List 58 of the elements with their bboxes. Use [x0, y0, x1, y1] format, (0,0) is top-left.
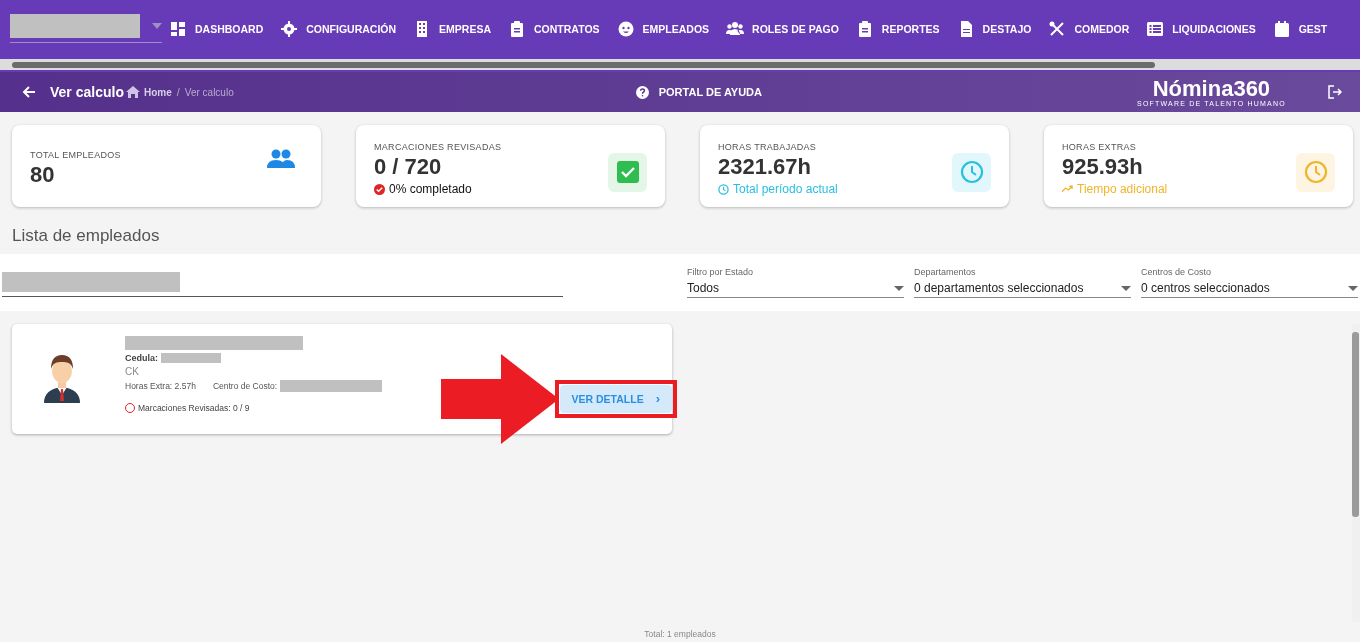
nav-item[interactable]: DASHBOARD	[169, 19, 264, 38]
page-title: Ver calculo	[50, 84, 124, 100]
caret-icon	[1121, 285, 1131, 291]
redacted-block	[161, 353, 221, 363]
calendar-icon	[1272, 19, 1291, 38]
back-arrow-icon[interactable]	[22, 85, 36, 99]
stat-label: HORAS EXTRAS	[1062, 142, 1138, 152]
stat-label: HORAS TRABAJADAS	[718, 142, 818, 152]
extra-hours: Horas Extra: 2.57h	[125, 381, 196, 391]
filter-dropdown[interactable]: Filtro por Estado Todos	[687, 267, 904, 298]
nav-item[interactable]: COMEDOR	[1048, 19, 1130, 38]
breadcrumb-separator: /	[176, 86, 180, 98]
nav-item[interactable]: CONTRATOS	[508, 19, 600, 38]
nav-item[interactable]: GEST	[1272, 19, 1328, 38]
help-portal-link[interactable]: PORTAL DE AYUDA	[658, 86, 762, 98]
grid-icon	[169, 19, 187, 38]
search-field[interactable]	[2, 272, 563, 297]
caret-icon	[894, 285, 904, 291]
stat-value: 0 / 720	[374, 154, 443, 180]
people-icon	[726, 19, 745, 38]
stat-note: Tiempo adicional	[1077, 182, 1168, 196]
stat-value: 925.93h	[1062, 154, 1144, 180]
section-title: Lista de empleados	[11, 225, 161, 247]
list-icon	[1146, 19, 1165, 38]
logo: Nómina360	[1152, 77, 1271, 100]
scrollbar[interactable]	[0, 57, 1360, 72]
help-icon	[635, 85, 649, 99]
caret-icon	[1348, 285, 1358, 291]
nav-item[interactable]: LIQUIDACIONES	[1146, 19, 1256, 38]
filter-dropdown[interactable]: Centros de Costo 0 centros seleccionados	[1141, 267, 1358, 298]
stat-note: Total período actual	[733, 182, 838, 196]
nav-item[interactable]: EMPLEADOS	[616, 19, 710, 38]
employee-code: CK	[125, 366, 140, 377]
stat-label: TOTAL EMPLEADOS	[30, 150, 121, 160]
logout-icon[interactable]	[1328, 85, 1342, 99]
nav-item[interactable]: DESTAJO	[956, 19, 1032, 38]
breadcrumb-link[interactable]: Home	[143, 86, 172, 98]
stat-value: 2321.67h	[718, 154, 812, 180]
face-icon	[616, 19, 635, 38]
filter-dropdown[interactable]: Departamentos 0 departamentos seleccionados	[914, 267, 1131, 298]
scrollbar[interactable]	[1352, 324, 1360, 622]
nav-item[interactable]: EMPRESA	[413, 19, 492, 38]
cost-center-label: Centro de Costo:	[212, 381, 278, 391]
stat-note: 0% completado	[389, 182, 472, 196]
trend-up-icon	[1062, 185, 1073, 193]
nav-item[interactable]: ROLES DE PAGO	[726, 19, 839, 38]
stat-label: MARCACIONES REVISADAS	[374, 142, 502, 152]
clock-icon	[718, 183, 729, 195]
stat-value: 80	[30, 162, 56, 188]
total-count: Total: 1 empleados	[643, 629, 717, 641]
caret-icon[interactable]	[152, 23, 162, 29]
breadcrumb-current: Ver calculo	[184, 86, 234, 98]
id-label: Cedula:	[125, 353, 158, 363]
check-circle-icon	[374, 183, 385, 195]
home-icon	[125, 86, 140, 98]
nav-item[interactable]: CONFIGURACIÓN	[280, 19, 397, 38]
nav-item[interactable]: REPORTES	[855, 19, 940, 38]
reviewed-count: Marcaciones Revisadas: 0 / 9	[138, 403, 250, 413]
